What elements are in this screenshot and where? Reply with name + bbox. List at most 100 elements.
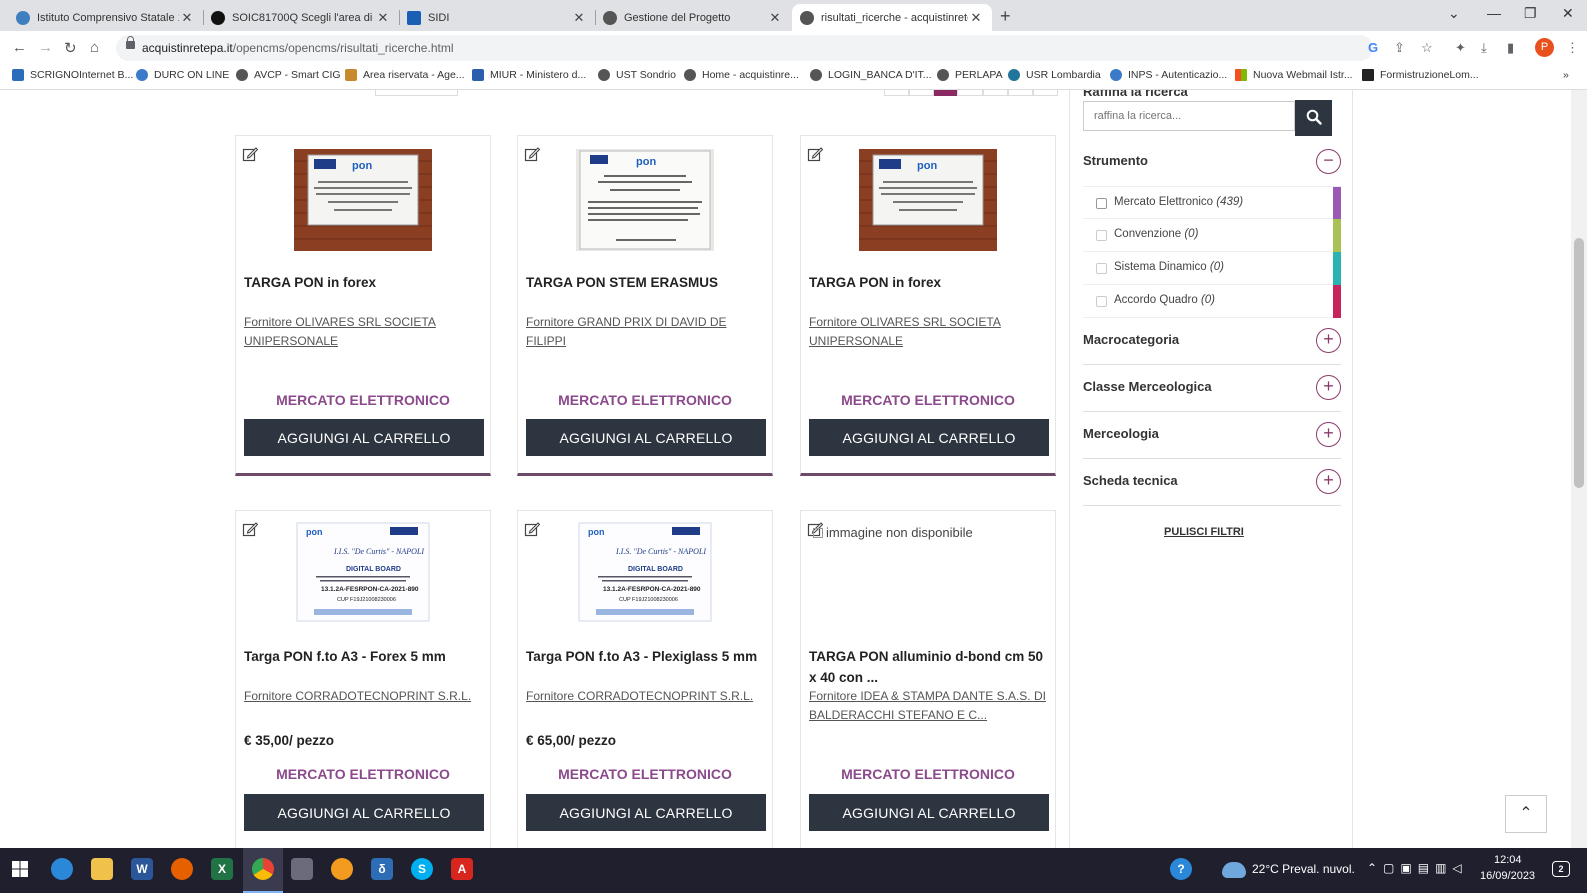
forward-arrow-icon[interactable]: → xyxy=(38,39,53,56)
supplier-link[interactable]: Fornitore GRAND PRIX DI DAVID DE FILIPPI xyxy=(526,313,766,351)
page-link[interactable] xyxy=(982,90,1008,96)
notifications-icon[interactable]: 2 xyxy=(1552,861,1570,877)
minimize-button[interactable]: — xyxy=(1487,5,1501,21)
facet-merceologia[interactable]: Merceologia + xyxy=(1083,413,1341,459)
back-arrow-icon[interactable]: ← xyxy=(12,39,27,56)
facet-scheda-tecnica[interactable]: Scheda tecnica + xyxy=(1083,460,1341,506)
filter-checkbox[interactable] xyxy=(1096,263,1107,274)
bookmark-item[interactable]: Nuova Webmail Istr... xyxy=(1235,69,1353,81)
product-title[interactable]: TARGA PON STEM ERASMUS xyxy=(526,272,766,293)
system-tray-icons[interactable]: ⌃▢▣▤▥◁ xyxy=(1367,861,1468,875)
browser-tab-2[interactable]: SOIC81700Q Scegli l'area di lavo ✕ xyxy=(203,4,400,31)
product-image[interactable]: pon xyxy=(576,149,714,251)
weather-text[interactable]: 22°C Preval. nuvol. xyxy=(1252,862,1355,876)
more-bookmarks-icon[interactable]: » xyxy=(1563,69,1569,81)
add-to-cart-button[interactable]: AGGIUNGI AL CARRELLO xyxy=(809,419,1049,456)
edit-icon[interactable] xyxy=(807,146,823,162)
sort-select[interactable] xyxy=(375,90,458,96)
bookmark-item[interactable]: AVCP - Smart CIG xyxy=(236,69,341,81)
bookmark-item[interactable]: UST Sondrio xyxy=(598,69,676,81)
supplier-link[interactable]: Fornitore IDEA & STAMPA DANTE S.A.S. DI … xyxy=(809,687,1049,725)
app-icon[interactable] xyxy=(331,858,353,880)
download-icon[interactable]: ⤓ xyxy=(1481,40,1487,56)
bookmark-star-icon[interactable]: ☆ xyxy=(1421,40,1433,56)
extensions-puzzle-icon[interactable]: ✦ xyxy=(1455,40,1466,56)
scroll-to-top-button[interactable]: ⌃ xyxy=(1505,795,1547,833)
expand-plus-icon[interactable]: + xyxy=(1316,422,1341,447)
close-tab-icon[interactable]: ✕ xyxy=(968,10,984,26)
close-tab-icon[interactable]: ✕ xyxy=(179,10,195,26)
product-image[interactable]: pon I.I.S. "De Curtis" - NAPOLI DIGITAL BO… xyxy=(294,521,432,623)
close-window-button[interactable]: ✕ xyxy=(1562,5,1574,22)
add-to-cart-button[interactable]: AGGIUNGI AL CARRELLO xyxy=(526,794,766,831)
add-to-cart-button[interactable]: AGGIUNGI AL CARRELLO xyxy=(244,794,484,831)
filter-checkbox[interactable] xyxy=(1096,198,1107,209)
browser-tab-4[interactable]: Gestione del Progetto ✕ xyxy=(595,4,791,31)
edit-icon[interactable] xyxy=(242,146,258,162)
product-image[interactable]: pon xyxy=(294,149,432,251)
collapse-minus-icon[interactable]: − xyxy=(1316,149,1341,174)
reload-icon[interactable]: ↻ xyxy=(64,39,77,57)
chrome-taskbar-active[interactable] xyxy=(243,848,283,893)
expand-plus-icon[interactable]: + xyxy=(1316,469,1341,494)
weather-cloud-icon[interactable] xyxy=(1222,862,1246,878)
page-link-active[interactable] xyxy=(934,90,958,96)
edit-icon[interactable] xyxy=(242,521,258,537)
close-tab-icon[interactable]: ✕ xyxy=(571,10,587,26)
page-link[interactable] xyxy=(1032,90,1058,96)
filter-option-convenzione[interactable]: Convenzione (0) xyxy=(1083,219,1341,252)
file-explorer-icon[interactable] xyxy=(91,858,113,880)
bookmark-item[interactable]: DURC ON LINE xyxy=(136,69,229,81)
product-title[interactable]: TARGA PON in forex xyxy=(244,272,484,293)
close-tab-icon[interactable]: ✕ xyxy=(767,10,783,26)
supplier-link[interactable]: Fornitore CORRADOTECNOPRINT S.R.L. xyxy=(526,687,766,706)
expand-plus-icon[interactable]: + xyxy=(1316,328,1341,353)
product-title[interactable]: Targa PON f.to A3 - Plexiglass 5 mm xyxy=(526,646,766,667)
supplier-link[interactable]: Fornitore OLIVARES SRL SOCIETA UNIPERSON… xyxy=(809,313,1049,351)
tab-search-icon[interactable]: ⌄ xyxy=(1448,5,1460,22)
product-title[interactable]: TARGA PON in forex xyxy=(809,272,1049,293)
filter-option-sistema-dinamico[interactable]: Sistema Dinamico (0) xyxy=(1083,252,1341,285)
filter-checkbox[interactable] xyxy=(1096,296,1107,307)
bookmark-item[interactable]: LOGIN_BANCA D'IT... xyxy=(810,69,932,81)
app-icon[interactable]: δ xyxy=(371,858,393,880)
add-to-cart-button[interactable]: AGGIUNGI AL CARRELLO xyxy=(526,419,766,456)
side-panel-icon[interactable]: ▮ xyxy=(1507,40,1514,56)
excel-icon[interactable]: X xyxy=(211,858,233,880)
facet-classe-merceologica[interactable]: Classe Merceologica + xyxy=(1083,366,1341,412)
filter-checkbox[interactable] xyxy=(1096,230,1107,241)
page-scrollbar[interactable] xyxy=(1571,90,1587,848)
bookmark-item[interactable]: INPS - Autenticazio... xyxy=(1110,69,1227,81)
firefox-icon[interactable] xyxy=(171,858,193,880)
facet-strumento[interactable]: Strumento − xyxy=(1083,140,1341,186)
browser-tab-3[interactable]: SIDI ✕ xyxy=(399,4,596,31)
scrollbar-thumb[interactable] xyxy=(1574,238,1584,488)
supplier-link[interactable]: Fornitore CORRADOTECNOPRINT S.R.L. xyxy=(244,687,484,706)
bookmark-item[interactable]: MIUR - Ministero d... xyxy=(472,69,586,81)
edit-icon[interactable] xyxy=(524,146,540,162)
bookmark-item[interactable]: FormistruzioneLom... xyxy=(1362,69,1479,81)
google-icon[interactable]: G xyxy=(1368,40,1378,55)
home-icon[interactable]: ⌂ xyxy=(90,39,99,56)
new-tab-button[interactable]: + xyxy=(1000,6,1011,27)
facet-macrocategoria[interactable]: Macrocategoria + xyxy=(1083,319,1341,365)
supplier-link[interactable]: Fornitore OLIVARES SRL SOCIETA UNIPERSON… xyxy=(244,313,484,351)
url-bar[interactable]: acquistinretepa.it/opencms/opencms/risul… xyxy=(116,35,1373,61)
add-to-cart-button[interactable]: AGGIUNGI AL CARRELLO xyxy=(809,794,1049,831)
refine-search-input[interactable] xyxy=(1083,101,1295,131)
word-icon[interactable]: W xyxy=(131,858,153,880)
clock-date[interactable]: 16/09/2023 xyxy=(1480,870,1535,882)
bookmark-item[interactable]: SCRIGNOInternet B... xyxy=(12,69,133,81)
page-link[interactable] xyxy=(957,90,983,96)
search-button[interactable] xyxy=(1295,100,1332,136)
bookmark-item[interactable]: USR Lombardia xyxy=(1008,69,1101,81)
restore-button[interactable]: ❐ xyxy=(1524,5,1537,22)
calculator-icon[interactable] xyxy=(291,858,313,880)
acrobat-icon[interactable]: A xyxy=(451,858,473,880)
filter-option-mercato-elettronico[interactable]: Mercato Elettronico (439) xyxy=(1083,186,1341,220)
clear-filters-link[interactable]: PULISCI FILTRI xyxy=(1164,526,1244,538)
bookmark-item[interactable]: PERLAPA xyxy=(937,69,1003,81)
windows-start-icon[interactable] xyxy=(9,858,31,880)
add-to-cart-button[interactable]: AGGIUNGI AL CARRELLO xyxy=(244,419,484,456)
product-image[interactable]: pon I.I.S. "De Curtis" - NAPOLI DIGITAL BO… xyxy=(576,521,714,623)
